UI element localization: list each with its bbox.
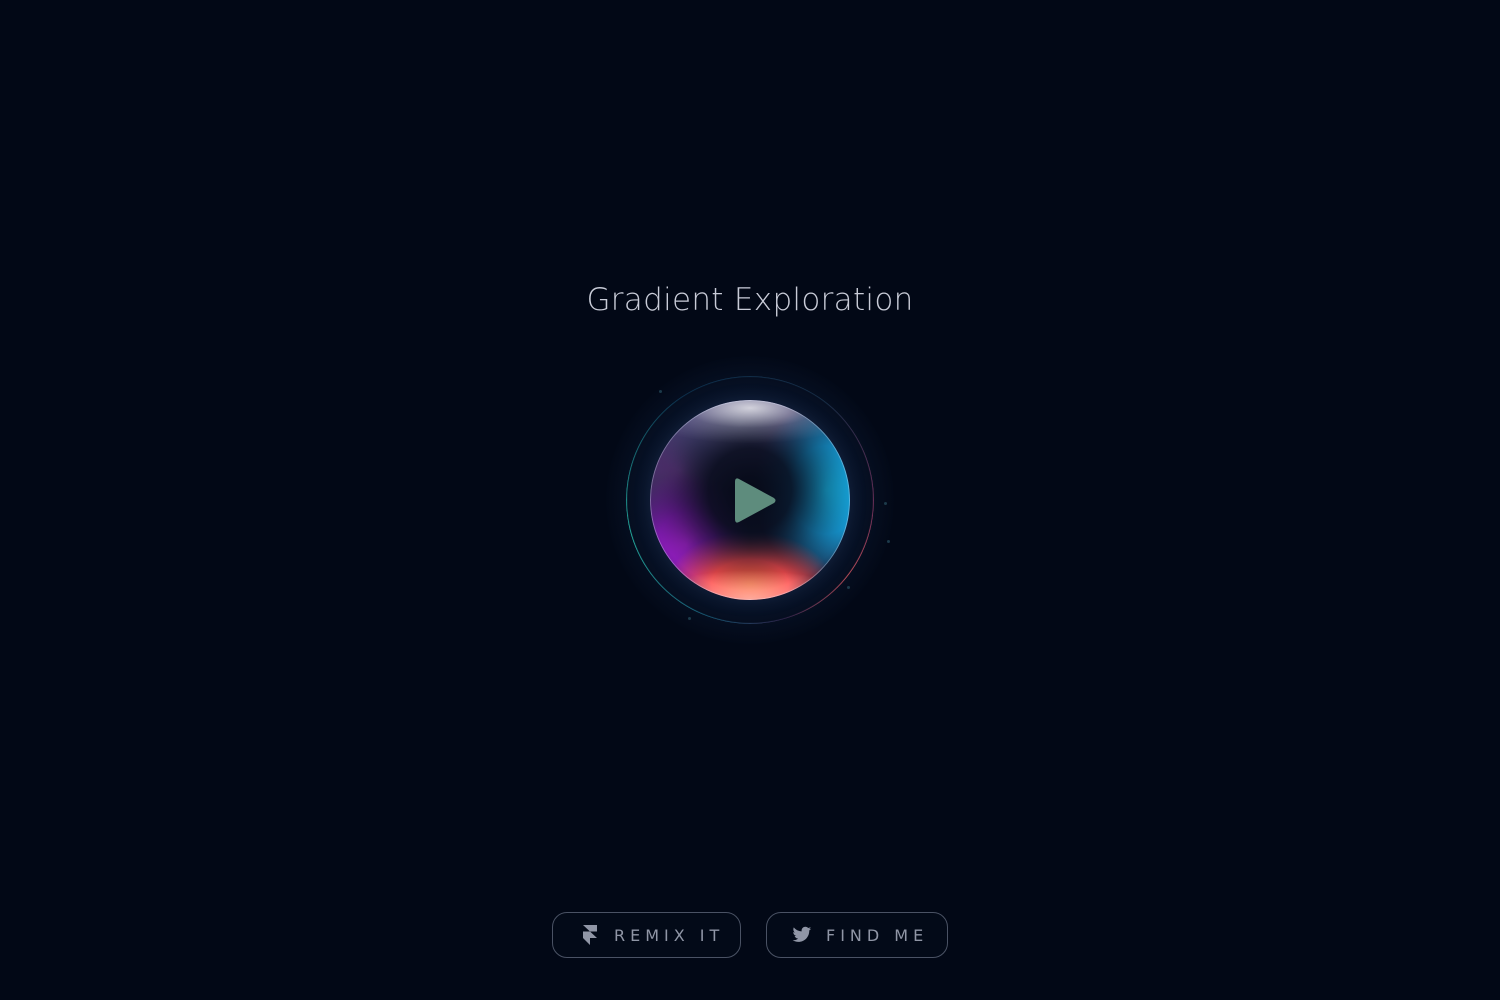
twitter-icon [792,926,812,942]
page-canvas: Gradient Exploration REMIX IT FIND ME [0,0,1500,1000]
particle-dot [847,586,850,589]
page-title: Gradient Exploration [586,282,914,318]
particle-dot [887,540,890,543]
remix-button-label: REMIX IT [614,925,725,945]
framer-icon [583,925,597,945]
find-me-button-label: FIND ME [826,925,929,945]
particle-dot [884,502,887,505]
particle-dot [688,617,691,620]
play-icon[interactable] [735,476,777,525]
remix-button[interactable]: REMIX IT [552,912,741,958]
particle-dot [659,390,662,393]
find-me-button[interactable]: FIND ME [766,912,948,958]
